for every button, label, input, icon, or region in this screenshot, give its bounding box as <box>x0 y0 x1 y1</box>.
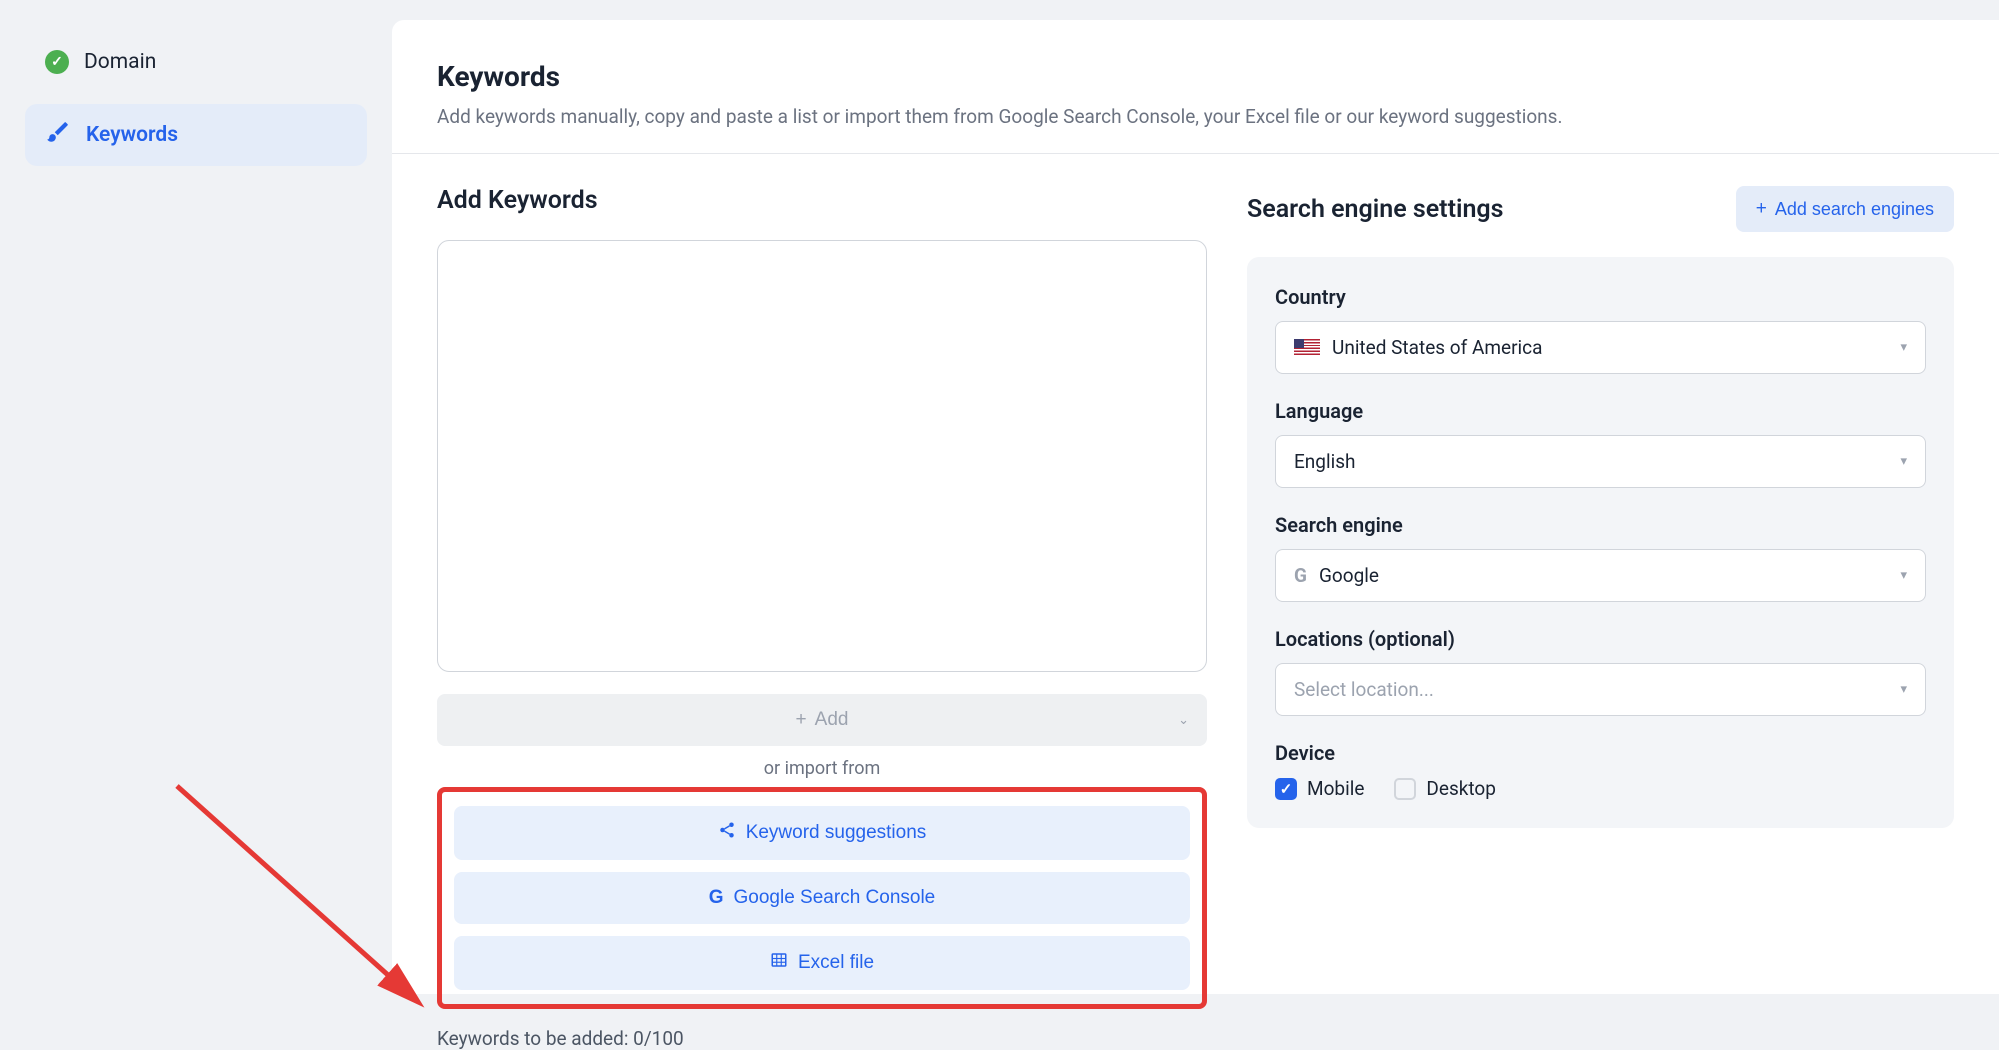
google-icon: G <box>1294 564 1307 587</box>
chevron-down-icon: ⌄ <box>1178 712 1189 728</box>
import-button-label: Google Search Console <box>734 887 936 909</box>
search-engine-settings-title: Search engine settings <box>1247 195 1504 224</box>
main-content: Keywords Add keywords manually, copy and… <box>392 20 1999 994</box>
key-icon <box>45 119 71 151</box>
sidebar-item-keywords[interactable]: Keywords <box>25 104 367 166</box>
google-icon: G <box>709 887 724 909</box>
keywords-textarea[interactable] <box>437 240 1207 672</box>
device-option-label: Mobile <box>1307 777 1364 800</box>
divider <box>392 153 1999 154</box>
add-keywords-title: Add Keywords <box>437 186 1207 215</box>
sidebar-item-domain[interactable]: ✓ Domain <box>25 35 367 89</box>
excel-icon <box>770 951 788 975</box>
import-button-label: Excel file <box>798 952 874 974</box>
sidebar-item-label: Domain <box>84 50 156 74</box>
sidebar-item-label: Keywords <box>86 123 178 147</box>
import-google-search-console-button[interactable]: G Google Search Console <box>454 872 1190 924</box>
add-search-engines-label: Add search engines <box>1775 199 1934 220</box>
country-value: United States of America <box>1332 336 1542 359</box>
import-excel-file-button[interactable]: Excel file <box>454 936 1190 990</box>
import-button-label: Keyword suggestions <box>746 822 927 844</box>
page-title: Keywords <box>437 60 1954 93</box>
import-keyword-suggestions-button[interactable]: Keyword suggestions <box>454 806 1190 860</box>
search-engine-label: Search engine <box>1275 513 1926 537</box>
language-select[interactable]: English ▾ <box>1275 435 1926 488</box>
add-keywords-column: Add Keywords + Add ⌄ or import from <box>437 186 1207 1050</box>
search-engine-settings-column: Search engine settings + Add search engi… <box>1247 186 1954 1050</box>
locations-select[interactable]: Select location... ▾ <box>1275 663 1926 716</box>
checkbox-icon <box>1394 778 1416 800</box>
or-import-label: or import from <box>437 758 1207 779</box>
add-search-engines-button[interactable]: + Add search engines <box>1736 186 1954 232</box>
country-select[interactable]: United States of America ▾ <box>1275 321 1926 374</box>
checkbox-icon <box>1275 778 1297 800</box>
plus-icon: + <box>796 709 807 731</box>
settings-panel: Country United States of America ▾ Langu… <box>1247 257 1954 828</box>
highlight-annotation: Keyword suggestions G Google Search Cons… <box>437 787 1207 1009</box>
locations-placeholder: Select location... <box>1294 678 1434 701</box>
device-label: Device <box>1275 741 1926 765</box>
page-subtitle: Add keywords manually, copy and paste a … <box>437 105 1954 128</box>
share-icon <box>718 821 736 845</box>
language-value: English <box>1294 450 1355 473</box>
add-button[interactable]: + Add ⌄ <box>437 694 1207 746</box>
country-label: Country <box>1275 285 1926 309</box>
chevron-down-icon: ▾ <box>1900 682 1907 697</box>
chevron-down-icon: ▾ <box>1900 454 1907 469</box>
device-mobile-checkbox[interactable]: Mobile <box>1275 777 1364 800</box>
us-flag-icon <box>1294 339 1320 357</box>
search-engine-value: Google <box>1319 564 1379 587</box>
plus-icon: + <box>1756 198 1767 220</box>
sidebar: ✓ Domain Keywords <box>0 0 392 994</box>
device-option-label: Desktop <box>1426 777 1496 800</box>
search-engine-select[interactable]: G Google ▾ <box>1275 549 1926 602</box>
locations-label: Locations (optional) <box>1275 627 1926 651</box>
device-desktop-checkbox[interactable]: Desktop <box>1394 777 1496 800</box>
check-circle-icon: ✓ <box>45 50 69 74</box>
add-button-label: Add <box>815 709 849 731</box>
keywords-counter: Keywords to be added: 0/100 <box>437 1027 1207 1050</box>
chevron-down-icon: ▾ <box>1900 340 1907 355</box>
language-label: Language <box>1275 399 1926 423</box>
chevron-down-icon: ▾ <box>1900 568 1907 583</box>
